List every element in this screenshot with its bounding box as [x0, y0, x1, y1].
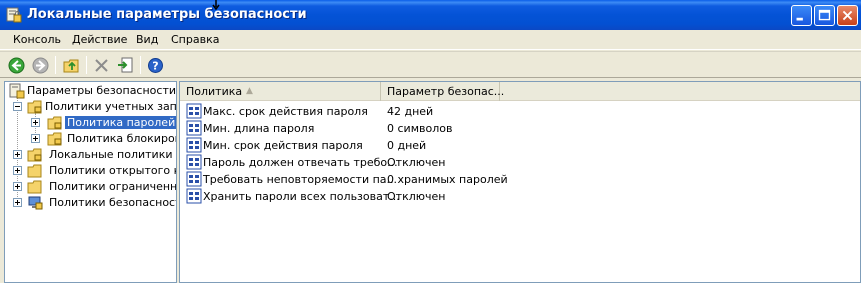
forward-icon[interactable]: [31, 56, 50, 75]
window-title: Локальные параметры безопасности: [27, 7, 307, 22]
up-folder-icon[interactable]: [62, 56, 81, 75]
table-row[interactable]: Требовать неповторяемости па... 0 храним…: [180, 171, 860, 188]
table-row[interactable]: Пароль должен отвечать требо... Отключен: [180, 154, 860, 171]
folder-lock-icon: [27, 100, 42, 114]
policy-name: Макс. срок действия пароля: [203, 105, 368, 118]
column-header-setting[interactable]: Параметр безопас...: [381, 82, 504, 101]
tree-item-label: Параметры безопасности: [27, 84, 177, 97]
details-pane[interactable]: Политика ▲ Параметр безопас... Макс. сро…: [179, 81, 861, 283]
tree-item-public-key-policies[interactable]: Политики открытого клн: [5, 163, 176, 179]
folder-icon: [27, 180, 42, 194]
policy-name: Хранить пароли всех пользоват...: [203, 190, 400, 203]
title-bar[interactable]: Локальные параметры безопасности: [0, 0, 861, 30]
help-icon[interactable]: ?: [146, 56, 165, 75]
tree-item-label: Политики ограниченного: [49, 180, 177, 193]
policy-value: 0 дней: [387, 139, 427, 152]
menu-action[interactable]: Действие: [72, 33, 127, 46]
tree-item-account-policies[interactable]: Политики учетных запис: [5, 99, 177, 115]
computer-policy-icon: [28, 196, 43, 210]
policy-value: Отключен: [387, 190, 446, 203]
menu-help[interactable]: Справка: [171, 33, 219, 46]
tree-item-software-restriction[interactable]: Политики ограниченного: [5, 179, 177, 195]
tree-item-label: Политика паролей: [65, 116, 176, 129]
table-row[interactable]: Мин. срок действия пароля 0 дней: [180, 137, 860, 154]
folder-lock-icon: [27, 148, 42, 162]
security-settings-icon: [9, 83, 25, 99]
toolbar-separator: [86, 56, 87, 74]
expand-icon[interactable]: [13, 198, 22, 207]
svg-text:?: ?: [152, 60, 158, 73]
policy-value: 0 хранимых паролей: [387, 173, 508, 186]
policy-value: Отключен: [387, 156, 446, 169]
tree-item-ip-security[interactable]: Политики безопасности :: [5, 195, 176, 211]
folder-lock-icon: [47, 116, 62, 130]
column-header-policy[interactable]: Политика ▲: [180, 82, 381, 101]
export-icon[interactable]: [116, 56, 135, 75]
list-header: Политика ▲ Параметр безопас...: [180, 82, 860, 101]
menu-bar: Консоль Действие Вид Справка: [0, 30, 861, 50]
policy-setting-icon: [186, 171, 202, 187]
menu-view[interactable]: Вид: [136, 33, 158, 46]
mouse-cursor-icon: [212, 0, 220, 10]
expand-icon[interactable]: [13, 166, 22, 175]
folder-lock-icon: [47, 132, 62, 146]
close-button[interactable]: [837, 5, 858, 26]
policy-setting-icon: [186, 154, 202, 170]
back-icon[interactable]: [7, 56, 26, 75]
column-header-label: Параметр безопас...: [387, 85, 505, 98]
policy-value: 0 символов: [387, 122, 453, 135]
expand-icon[interactable]: [13, 182, 22, 191]
tree-item-password-policy[interactable]: Политика паролей: [5, 115, 176, 131]
policy-name: Мин. длина пароля: [203, 122, 315, 135]
tree-item-local-policies[interactable]: Локальные политики: [5, 147, 176, 163]
toolbar: ?: [0, 51, 861, 78]
collapse-icon[interactable]: [13, 102, 22, 111]
tree-item-label: Политика блокировк: [67, 132, 177, 145]
delete-icon[interactable]: [92, 56, 111, 75]
policy-setting-icon: [186, 137, 202, 153]
minimize-button[interactable]: [791, 5, 812, 26]
column-header-label: Политика: [186, 85, 243, 98]
tree-item-label: Политики безопасности :: [49, 196, 176, 209]
policy-name: Пароль должен отвечать требо...: [203, 156, 398, 169]
table-row[interactable]: Мин. длина пароля 0 символов: [180, 120, 860, 137]
menu-console[interactable]: Консоль: [13, 33, 61, 46]
expand-icon[interactable]: [13, 150, 22, 159]
table-row[interactable]: Макс. срок действия пароля 42 дней: [180, 103, 860, 120]
policy-setting-icon: [186, 103, 202, 119]
expand-icon[interactable]: [31, 118, 40, 127]
security-settings-app-icon: [6, 7, 22, 23]
tree-item-label: Политики открытого клн: [49, 164, 176, 177]
tree-pane[interactable]: Параметры безопасности Политики учетных …: [4, 81, 177, 283]
policy-setting-icon: [186, 120, 202, 136]
policy-name: Мин. срок действия пароля: [203, 139, 363, 152]
folder-icon: [27, 164, 42, 178]
maximize-button[interactable]: [814, 5, 835, 26]
toolbar-separator: [140, 56, 141, 74]
tree-item-label: Локальные политики: [49, 148, 173, 161]
table-row[interactable]: Хранить пароли всех пользоват... Отключе…: [180, 188, 860, 205]
policy-value: 42 дней: [387, 105, 434, 118]
sort-arrow-icon: ▲: [246, 86, 253, 96]
tree-item-root[interactable]: Параметры безопасности: [5, 83, 177, 99]
expand-icon[interactable]: [31, 134, 40, 143]
tree-item-label: Политики учетных запис: [45, 100, 177, 113]
policy-setting-icon: [186, 188, 202, 204]
policy-name: Требовать неповторяемости па...: [203, 173, 398, 186]
toolbar-separator: [55, 56, 56, 74]
tree-item-lockout-policy[interactable]: Политика блокировк: [5, 131, 177, 147]
